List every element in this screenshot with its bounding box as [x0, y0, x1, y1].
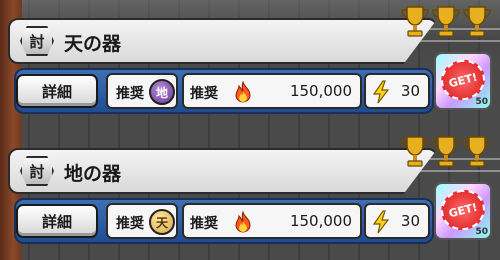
- quest-title: 天の器: [64, 33, 122, 55]
- detail-button[interactable]: 詳細: [16, 204, 98, 238]
- subjugation-badge: 討: [20, 156, 54, 186]
- power-value: 150,000: [289, 82, 352, 100]
- stamina-value: 30: [400, 212, 420, 230]
- recommended-element: 推奨 天: [106, 203, 178, 239]
- power-label: 推奨: [190, 86, 218, 102]
- quest-panel-2[interactable]: 討 地の器 詳細 推奨 天 推奨 150,000 30 GET! 50: [8, 134, 492, 250]
- get-count: 50: [475, 97, 488, 107]
- reward-get-badge: GET! 50: [434, 52, 492, 110]
- quest-title: 地の器: [64, 163, 122, 185]
- trophy-icon: [463, 6, 491, 37]
- trophy-row: [400, 134, 492, 168]
- quest-panel-1[interactable]: 討 天の器 詳細 推奨 地 推奨 150,000 30 GET! 50: [8, 4, 492, 120]
- trophy-icon: [463, 136, 491, 167]
- recommended-label: 推奨: [116, 86, 144, 102]
- stamina-cost: 30: [364, 73, 430, 109]
- power-value: 150,000: [289, 212, 352, 230]
- fire-icon: [235, 81, 251, 103]
- stamina-value: 30: [400, 82, 420, 100]
- trophy-icon: [432, 6, 460, 37]
- lightning-icon: [372, 80, 390, 104]
- trophy-icon: [401, 6, 429, 37]
- recommended-element: 推奨 地: [106, 73, 178, 109]
- stamina-cost: 30: [364, 203, 430, 239]
- recommended-label: 推奨: [116, 216, 144, 232]
- earth-element-icon: 地: [149, 79, 175, 105]
- subjugation-badge: 討: [20, 26, 54, 56]
- lightning-icon: [372, 210, 390, 234]
- fire-icon: [235, 211, 251, 233]
- recommended-power: 推奨 150,000: [182, 73, 362, 109]
- trophy-icon: [401, 136, 429, 167]
- get-count: 50: [475, 227, 488, 237]
- power-label: 推奨: [190, 216, 218, 232]
- recommended-power: 推奨 150,000: [182, 203, 362, 239]
- heaven-element-icon: 天: [149, 209, 175, 235]
- reward-get-badge: GET! 50: [434, 182, 492, 240]
- trophy-row: [400, 4, 492, 38]
- detail-button[interactable]: 詳細: [16, 74, 98, 108]
- trophy-icon: [432, 136, 460, 167]
